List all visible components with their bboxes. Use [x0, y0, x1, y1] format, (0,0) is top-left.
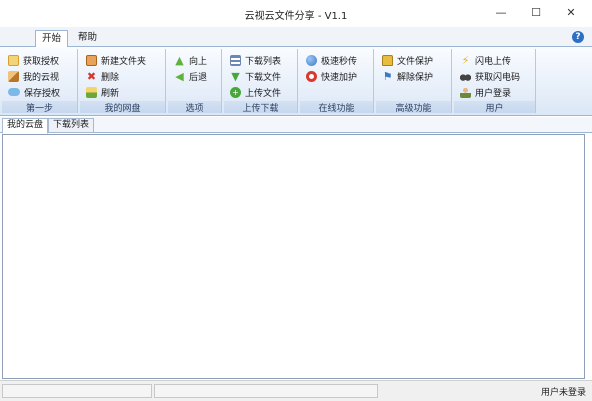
- group-label: 用户: [454, 101, 535, 114]
- refresh-label: 刷新: [101, 88, 120, 99]
- remove-protect-button[interactable]: ⚑ 解除保护: [382, 68, 433, 84]
- instant-upload-label: 极速秒传: [321, 56, 358, 67]
- my-cloud-view-button[interactable]: 我的云视: [8, 68, 59, 84]
- binoculars-icon: [460, 70, 471, 82]
- help-icon[interactable]: ?: [572, 31, 584, 43]
- download-file-label: 下载文件: [245, 72, 282, 83]
- refresh-button[interactable]: 刷新: [86, 84, 119, 100]
- save-license-button[interactable]: 保存授权: [8, 84, 60, 100]
- download-list-label: 下载列表: [245, 56, 282, 67]
- refresh-icon: [86, 86, 97, 98]
- group-label: 我的网盘: [80, 101, 165, 114]
- save-license-label: 保存授权: [24, 88, 61, 99]
- status-cell: [2, 384, 152, 398]
- go-up-label: 向上: [189, 56, 208, 67]
- upload-file-button[interactable]: + 上传文件: [230, 84, 281, 100]
- list-icon: [230, 54, 241, 66]
- flag-icon: ⚑: [382, 69, 393, 83]
- lock-icon: [382, 54, 393, 66]
- file-protect-label: 文件保护: [397, 56, 434, 67]
- go-up-button[interactable]: ▲ 向上: [174, 52, 207, 68]
- get-flash-code-label: 获取闪电码: [475, 72, 521, 83]
- content-tabs: 我的云盘 下载列表: [0, 117, 592, 134]
- tab-help[interactable]: 帮助: [72, 30, 103, 47]
- cloud-icon: [8, 88, 20, 96]
- group-label: 选项: [168, 101, 221, 114]
- folder-icon: [86, 54, 97, 66]
- arrow-left-icon: ◀: [175, 69, 184, 83]
- group-label: 高级功能: [376, 101, 451, 114]
- delete-label: 删除: [101, 72, 120, 83]
- download-icon: ▼: [231, 69, 240, 83]
- ribbon: 获取授权 我的云视 保存授权 第一步 新建文件夹 ✖ 删除 刷新 我的网盘 ▲: [0, 47, 592, 116]
- group-online-functions: 极速秒传 快速加护 在线功能: [300, 49, 374, 114]
- remove-protect-label: 解除保护: [397, 72, 434, 83]
- tab-my-cloud-disk[interactable]: 我的云盘: [2, 118, 49, 134]
- key-icon: [8, 54, 19, 66]
- go-back-button[interactable]: ◀ 后退: [174, 68, 207, 84]
- globe-icon: [306, 54, 317, 66]
- upload-icon: +: [230, 86, 241, 98]
- tab-download-list[interactable]: 下载列表: [48, 118, 95, 133]
- quick-protect-button[interactable]: 快速加护: [306, 68, 357, 84]
- quick-protect-label: 快速加护: [321, 72, 358, 83]
- arrow-up-icon: ▲: [175, 53, 184, 67]
- minimize-button[interactable]: —: [484, 0, 518, 24]
- menu-bar: 开始 帮助 ?: [0, 27, 592, 48]
- pencil-icon: [8, 70, 19, 82]
- group-options: ▲ 向上 ◀ 后退 选项: [168, 49, 222, 114]
- group-label: 在线功能: [300, 101, 373, 114]
- user-login-label: 用户登录: [475, 88, 512, 99]
- download-list-button[interactable]: 下载列表: [230, 52, 281, 68]
- flash-upload-button[interactable]: ⚡ 闪电上传: [460, 52, 511, 68]
- group-upload-download: 下载列表 ▼ 下载文件 + 上传文件 上传下载: [224, 49, 298, 114]
- group-first-step: 获取授权 我的云视 保存授权 第一步: [2, 49, 78, 114]
- lifebuoy-icon: [306, 70, 317, 82]
- user-icon: [460, 86, 471, 98]
- my-cloud-view-label: 我的云视: [23, 72, 60, 83]
- group-label: 第一步: [2, 101, 77, 114]
- new-folder-button[interactable]: 新建文件夹: [86, 52, 146, 68]
- new-folder-label: 新建文件夹: [101, 56, 147, 67]
- get-flash-code-button[interactable]: 获取闪电码: [460, 68, 520, 84]
- go-back-label: 后退: [189, 72, 208, 83]
- get-license-label: 获取授权: [23, 56, 60, 67]
- group-my-netdisk: 新建文件夹 ✖ 删除 刷新 我的网盘: [80, 49, 166, 114]
- group-advanced-functions: 文件保护 ⚑ 解除保护 高级功能: [376, 49, 452, 114]
- group-label: 上传下载: [224, 101, 297, 114]
- flash-upload-label: 闪电上传: [475, 56, 512, 67]
- delete-button[interactable]: ✖ 删除: [86, 68, 119, 84]
- download-file-button[interactable]: ▼ 下载文件: [230, 68, 281, 84]
- login-status-text: 用户未登录: [540, 388, 586, 398]
- group-user: ⚡ 闪电上传 获取闪电码 用户登录 用户: [454, 49, 536, 114]
- close-button[interactable]: ✕: [554, 0, 588, 24]
- instant-upload-button[interactable]: 极速秒传: [306, 52, 357, 68]
- file-list-area[interactable]: [2, 134, 585, 379]
- lightning-icon: ⚡: [461, 53, 470, 67]
- upload-file-label: 上传文件: [245, 88, 282, 99]
- title-bar: 云视云文件分享 - V1.1 — ☐ ✕: [0, 0, 592, 27]
- file-protect-button[interactable]: 文件保护: [382, 52, 433, 68]
- maximize-button[interactable]: ☐: [519, 0, 553, 24]
- status-cell: [154, 384, 378, 398]
- status-bar: 用户未登录: [0, 380, 592, 401]
- user-login-button[interactable]: 用户登录: [460, 84, 511, 100]
- delete-icon: ✖: [86, 69, 97, 83]
- tab-start[interactable]: 开始: [35, 30, 69, 48]
- get-license-button[interactable]: 获取授权: [8, 52, 59, 68]
